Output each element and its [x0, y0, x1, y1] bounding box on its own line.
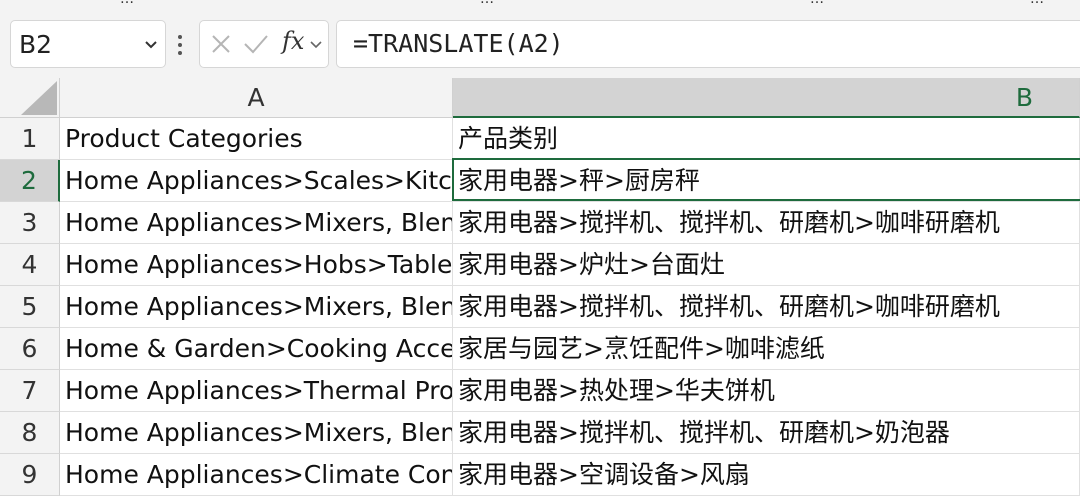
name-box[interactable]: B2 — [10, 20, 166, 68]
cell-b5[interactable]: 家用电器>搅拌机、搅拌机、研磨机>咖啡研磨机 — [453, 286, 1080, 328]
cell-a9[interactable]: Home Appliances>Climate Control>Fans — [60, 454, 453, 496]
fx-icon[interactable]: fx — [282, 27, 304, 55]
ribbon-fragment: … — [480, 0, 494, 7]
column-header-b[interactable]: B — [453, 78, 1080, 118]
ribbon-fragment: … — [810, 0, 824, 7]
cell-a7[interactable]: Home Appliances>Thermal Processing>Waffl… — [60, 370, 453, 412]
formula-input[interactable]: =TRANSLATE(A2) — [336, 20, 1080, 68]
cell-b4[interactable]: 家用电器>炉灶>台面灶 — [453, 244, 1080, 286]
row-header[interactable]: 6 — [0, 328, 60, 370]
cell-b3[interactable]: 家用电器>搅拌机、搅拌机、研磨机>咖啡研磨机 — [453, 202, 1080, 244]
enter-icon[interactable] — [242, 31, 270, 57]
formula-bar-row: B2 fx =TRANSLATE(A2) — [0, 12, 1080, 78]
formula-text: =TRANSLATE(A2) — [353, 29, 564, 58]
ribbon-remnant: … … … … — [0, 0, 1080, 12]
select-all-corner[interactable] — [0, 78, 60, 118]
ribbon-fragment: … — [1030, 0, 1044, 7]
cell-a2[interactable]: Home Appliances>Scales>Kitchen Scales — [60, 160, 453, 202]
row-header[interactable]: 8 — [0, 412, 60, 454]
name-box-value: B2 — [19, 30, 53, 59]
chevron-down-icon[interactable] — [308, 37, 324, 53]
column-header-a[interactable]: A — [60, 78, 453, 118]
cell-b6[interactable]: 家居与园艺>烹饪配件>咖啡滤纸 — [453, 328, 1080, 370]
row-header[interactable]: 7 — [0, 370, 60, 412]
row-header[interactable]: 9 — [0, 454, 60, 496]
cell-a6[interactable]: Home & Garden>Cooking Accessories>Coffee… — [60, 328, 453, 370]
cell-b9[interactable]: 家用电器>空调设备>风扇 — [453, 454, 1080, 496]
ribbon-fragment: … — [120, 0, 134, 7]
cell-b1[interactable]: 产品类别 — [453, 118, 1080, 160]
row-header[interactable]: 1 — [0, 118, 60, 160]
row-header[interactable]: 2 — [0, 160, 60, 202]
spreadsheet-grid: A B 1 Product Categories 产品类别 2 Home App… — [0, 78, 1080, 497]
cell-a8[interactable]: Home Appliances>Mixers, Blenders & Grind… — [60, 412, 453, 454]
row-header[interactable]: 5 — [0, 286, 60, 328]
cell-b7[interactable]: 家用电器>热处理>华夫饼机 — [453, 370, 1080, 412]
cell-a3[interactable]: Home Appliances>Mixers, Blenders & Grind… — [60, 202, 453, 244]
formula-actions: fx — [199, 20, 329, 68]
cell-b2[interactable]: 家用电器>秤>厨房秤 — [453, 160, 1080, 202]
more-options-icon[interactable] — [176, 32, 184, 56]
row-header[interactable]: 4 — [0, 244, 60, 286]
cancel-icon[interactable] — [208, 31, 234, 57]
cell-a5[interactable]: Home Appliances>Mixers, Blenders & Grind… — [60, 286, 453, 328]
chevron-down-icon[interactable] — [143, 36, 159, 52]
cell-b8[interactable]: 家用电器>搅拌机、搅拌机、研磨机>奶泡器 — [453, 412, 1080, 454]
cell-a1[interactable]: Product Categories — [60, 118, 453, 160]
cell-a4[interactable]: Home Appliances>Hobs>Tabletop Hobs — [60, 244, 453, 286]
row-header[interactable]: 3 — [0, 202, 60, 244]
